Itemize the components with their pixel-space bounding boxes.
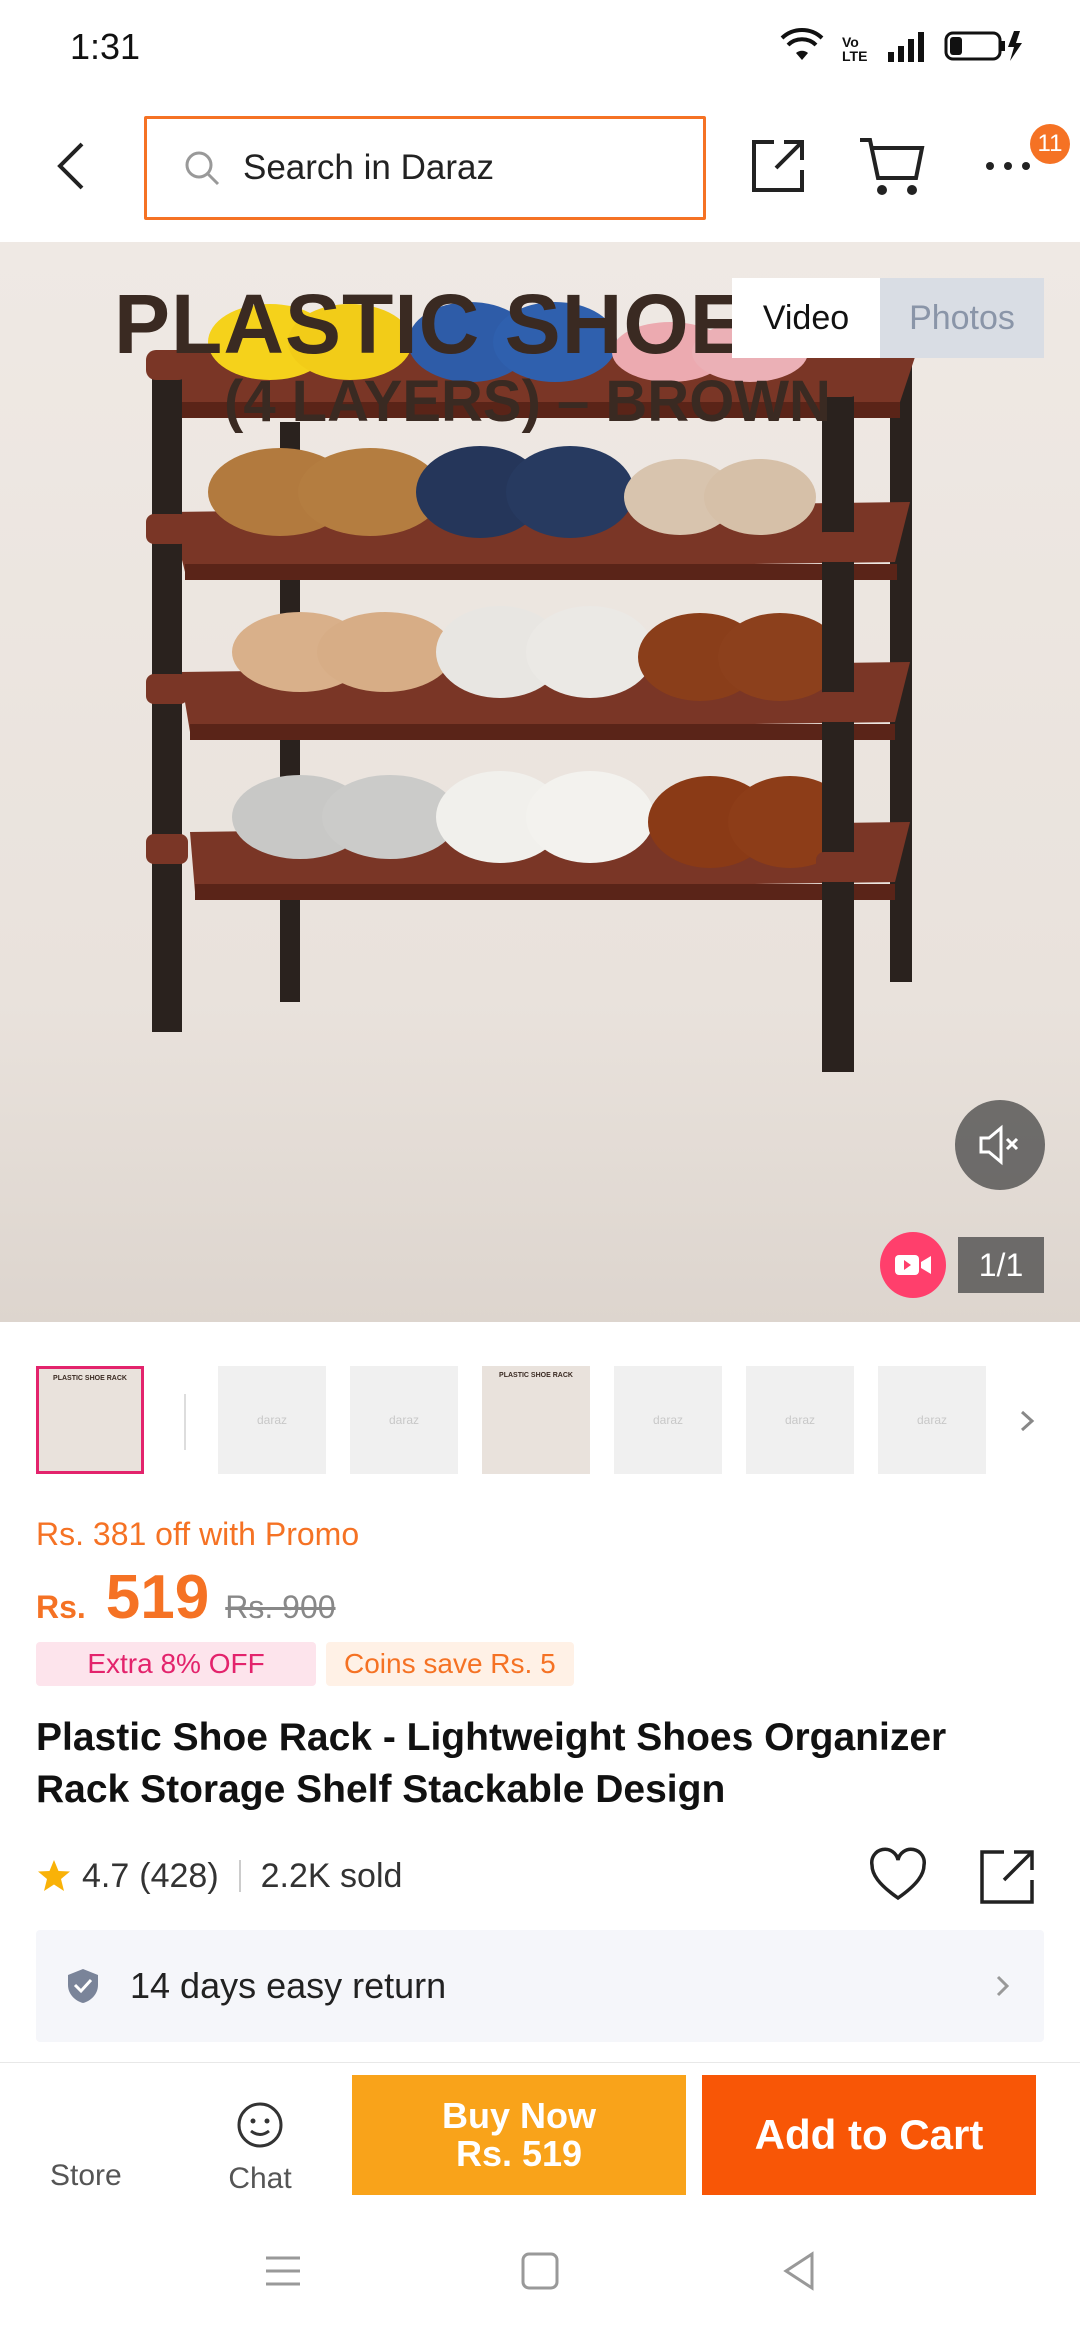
- add-to-cart-button[interactable]: Add to Cart: [702, 2075, 1036, 2195]
- thumbnail-label: daraz: [784, 1413, 816, 1427]
- share-icon: [980, 1850, 1034, 1904]
- cart-button[interactable]: [858, 134, 928, 198]
- thumbnail-7[interactable]: daraz: [878, 1366, 986, 1474]
- mute-button[interactable]: [955, 1100, 1045, 1190]
- back-nav-button[interactable]: [774, 2246, 824, 2296]
- thumbnail-label: daraz: [652, 1413, 684, 1427]
- price-original: Rs. 900: [225, 1589, 336, 1625]
- price-current: 519: [105, 1563, 210, 1632]
- price-row: Rs. 519 Rs. 900: [36, 1562, 336, 1642]
- hero-title: PLASTIC SHOE: [114, 277, 747, 371]
- menu-icon: [266, 2256, 300, 2286]
- video-camera-icon: [895, 1255, 931, 1275]
- volte-icon: Vo LTE: [842, 33, 868, 64]
- thumbnail-4[interactable]: PLASTIC SHOE RACK: [482, 1366, 590, 1474]
- home-square-icon: [521, 2252, 559, 2290]
- back-triangle-icon: [783, 2251, 814, 2291]
- thumbnail-3[interactable]: daraz: [350, 1366, 458, 1474]
- thumbnail-label: PLASTIC SHOE RACK: [53, 1375, 127, 1382]
- signal-icon: [886, 30, 926, 67]
- rating-value: 4.7: [82, 1856, 130, 1895]
- chat-label: Chat: [228, 2162, 292, 2195]
- thumbnail-strip: PLASTIC SHOE RACK daraz daraz PLASTIC SH…: [0, 1322, 1080, 1482]
- extra-off-tag[interactable]: Extra 8% OFF: [36, 1642, 316, 1686]
- top-nav: Search in Daraz 11: [0, 96, 1080, 242]
- return-policy[interactable]: 14 days easy return: [36, 1930, 1044, 2042]
- status-time: 1:31: [70, 26, 141, 67]
- star-icon: [36, 1858, 72, 1894]
- search-input[interactable]: Search in Daraz: [144, 116, 706, 220]
- thumbnail-2[interactable]: daraz: [218, 1366, 326, 1474]
- chat-icon: [237, 2102, 283, 2148]
- return-policy-text: 14 days easy return: [130, 1965, 447, 2006]
- chevron-left-icon: [57, 142, 84, 190]
- image-counter: 1/1: [958, 1237, 1044, 1293]
- thumbnail-1[interactable]: PLASTIC SHOE RACK: [36, 1366, 144, 1474]
- buy-now-label: Buy Now: [441, 2095, 596, 2136]
- media-tabs: Video Photos: [732, 278, 1044, 358]
- shield-check-icon: [66, 1967, 100, 2005]
- promo-tags: Extra 8% OFF Coins save Rs. 5: [36, 1642, 574, 1686]
- promo-text: Rs. 381 off with Promo: [36, 1516, 360, 1552]
- thumbnail-next-button[interactable]: [1012, 1406, 1042, 1441]
- wifi-icon: [780, 28, 824, 69]
- wishlist-button[interactable]: [868, 1846, 928, 1906]
- thumbnail-label: daraz: [388, 1413, 420, 1427]
- battery-icon: [944, 29, 1024, 68]
- review-count: (428): [139, 1856, 219, 1895]
- coins-tag[interactable]: Coins save Rs. 5: [326, 1642, 574, 1686]
- cart-icon: [860, 138, 925, 195]
- sold-count: 2.2K sold: [260, 1856, 403, 1895]
- tab-video[interactable]: Video: [732, 278, 880, 358]
- chevron-right-icon: [990, 1971, 1014, 2001]
- price-currency: Rs.: [36, 1589, 86, 1625]
- menu-nav-button[interactable]: [258, 2246, 308, 2296]
- buy-now-button[interactable]: Buy Now Rs. 519: [352, 2075, 686, 2195]
- status-bar: 1:31 Vo LTE: [0, 0, 1080, 96]
- notification-badge: 11: [1030, 124, 1070, 164]
- thumbnail-label: PLASTIC SHOE RACK: [499, 1372, 573, 1379]
- heart-icon: [870, 1847, 926, 1901]
- product-title: Plastic Shoe Rack - Lightweight Shoes Or…: [36, 1716, 947, 1811]
- thumbnail-5[interactable]: daraz: [614, 1366, 722, 1474]
- product-share-button[interactable]: [976, 1846, 1040, 1908]
- buy-now-price: Rs. 519: [455, 2133, 583, 2174]
- thumbnail-label: daraz: [916, 1413, 948, 1427]
- thumbnail-6[interactable]: daraz: [746, 1366, 854, 1474]
- rating-row[interactable]: 4.7 (428) 2.2K sold: [36, 1846, 402, 1906]
- product-image[interactable]: PLASTIC SHOE (4 LAYERS) – BROWN Video Ph…: [0, 242, 1080, 1322]
- store-button[interactable]: Store: [50, 2159, 122, 2193]
- hero-subtitle: (4 LAYERS) – BROWN: [224, 369, 831, 434]
- divider: [238, 1860, 241, 1892]
- system-nav-bar: [0, 2196, 1080, 2340]
- thumbnail-label: daraz: [256, 1413, 288, 1427]
- share-button[interactable]: [746, 134, 810, 198]
- chevron-right-icon: [1020, 1410, 1035, 1432]
- thumbnail-divider: [184, 1394, 186, 1450]
- tab-photos[interactable]: Photos: [880, 278, 1044, 358]
- volume-muted-icon: [979, 1124, 1019, 1166]
- search-placeholder: Search in Daraz: [243, 148, 494, 187]
- chat-button[interactable]: Chat: [200, 2101, 320, 2196]
- action-bar: Store Chat Buy Now Rs. 519 Add to Cart: [0, 2062, 1080, 2196]
- video-button[interactable]: [880, 1232, 946, 1298]
- search-icon: [183, 149, 221, 187]
- back-button[interactable]: [44, 136, 104, 196]
- home-nav-button[interactable]: [515, 2246, 565, 2296]
- status-icons: Vo LTE: [780, 28, 1024, 69]
- share-icon: [752, 140, 804, 192]
